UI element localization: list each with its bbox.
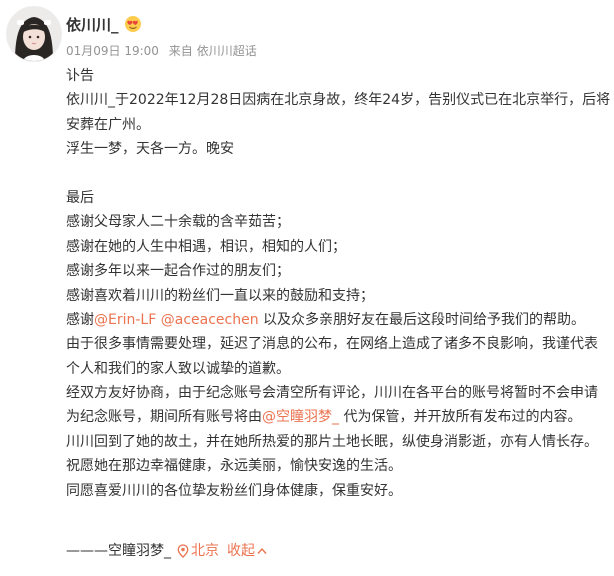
chevron-up-icon: [257, 547, 267, 554]
text-line: 感谢喜欢着川川的粉丝们一直以来的鼓励和支持；: [66, 287, 374, 304]
text-line-with-mention: 为纪念账号，期间所有账号将由@空瞳羽梦_ 代为保管，并开放所有发布过的内容。: [66, 405, 606, 429]
post-header: 依川川_: [66, 12, 142, 36]
text-line: 感谢父母家人二十余载的含辛茹苦；: [66, 214, 290, 231]
location-label: 北京: [191, 543, 219, 559]
post-signature-line: ———空瞳羽梦_ 北京 收起: [66, 539, 267, 563]
post-meta: 01月09日 19:00 来自 依川川超话: [66, 42, 263, 59]
location-pin-icon: [177, 544, 189, 558]
signature: ———空瞳羽梦_: [66, 543, 171, 559]
text-segment: 为纪念账号，期间所有账号将由: [66, 409, 262, 426]
post-time[interactable]: 01月09日 19:00: [66, 44, 159, 58]
avatar[interactable]: [6, 6, 62, 62]
text-line: 安葬在广州。: [66, 116, 150, 133]
mention-erin-lf[interactable]: @Erin-LF: [94, 312, 156, 328]
text-segment: 以及众多亲朋好友在最后这段时间给予我们的帮助。: [258, 311, 586, 328]
collapse-button[interactable]: 收起: [227, 539, 267, 563]
text-line: 浮生一梦，天各一方。晚安: [66, 141, 234, 158]
text-segment: 代为保管，并开放所有发布过的内容。: [339, 409, 582, 426]
weibo-post: 依川川_ 01月09日 19:00 来自 依川川超话 讣告 依川川_于2022年1…: [0, 0, 614, 576]
text-line: 最后: [66, 189, 94, 206]
post-source[interactable]: 依川川超话: [197, 44, 257, 58]
text-line: 由于很多事情需要处理，延迟了消息的公布，在网络上造成了诸多不良影响，我谨代表: [66, 336, 598, 353]
post-content: 讣告 依川川_于2022年12月28日因病在北京身故，终年24岁，告别仪式已在北…: [66, 64, 611, 503]
text-segment: 感谢: [66, 311, 94, 328]
text-line: 感谢多年以来一起合作过的朋友们；: [66, 263, 290, 280]
author-name[interactable]: 依川川_: [66, 14, 119, 35]
text-line: 讣告: [66, 68, 94, 84]
text-line: 感谢在她的人生中相遇，相识，相知的人们；: [66, 238, 346, 255]
collapse-label: 收起: [227, 543, 255, 559]
text-line: 川川回到了她的故土，并在她所热爱的那片土地长眠，纵使身消影逝，亦有人情长存。: [66, 433, 598, 450]
heart-emoji-icon: [124, 15, 142, 33]
avatar-photo-icon: [7, 7, 61, 61]
text-line: 依川川_于2022年12月28日因病在北京身故，终年24岁，告别仪式已在北京举行…: [66, 92, 611, 109]
source-prefix: 来自: [168, 44, 193, 58]
mention-kongtongyumeng[interactable]: @空瞳羽梦_: [262, 409, 339, 425]
mention-aceacechen[interactable]: @aceacechen: [161, 312, 259, 328]
text-line: 经双方友好协商，由于纪念账号会清空所有评论，川川在各平台的账号将暂时不会申请: [66, 385, 598, 402]
text-line: 祝愿她在那边幸福健康，永远美丽，愉快安逸的生活。: [66, 458, 402, 475]
text-line-with-mentions: 感谢@Erin-LF @aceacechen 以及众多亲朋好友在最后这段时间给予…: [66, 308, 606, 332]
text-line: 个人和我们的家人致以诚挚的道歉。: [66, 360, 290, 377]
text-line: 同愿喜爱川川的各位挚友粉丝们身体健康，保重安好。: [66, 482, 402, 499]
location-link[interactable]: 北京: [177, 539, 219, 563]
